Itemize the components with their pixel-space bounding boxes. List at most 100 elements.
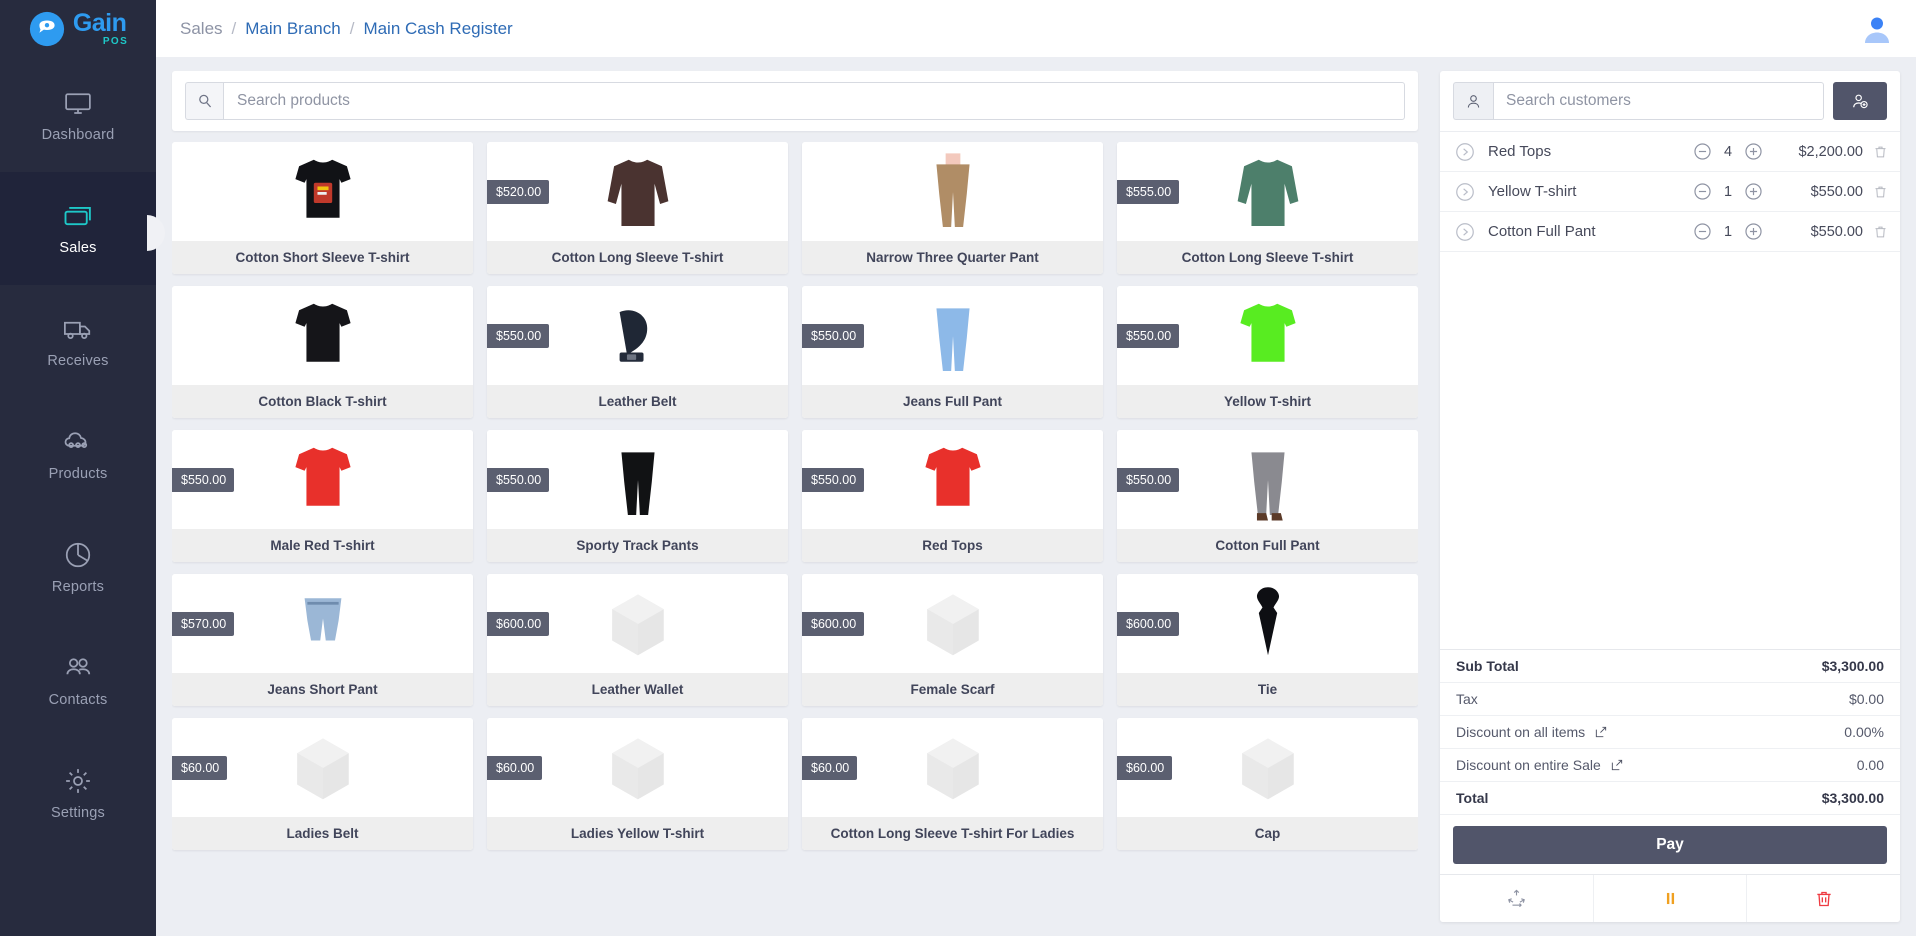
sidebar-item-sales[interactable]: Sales <box>0 172 156 285</box>
refund-recycle-button[interactable] <box>1440 875 1594 922</box>
add-customer-button[interactable] <box>1833 82 1887 120</box>
breadcrumb-item-sales[interactable]: Sales <box>180 19 223 39</box>
cart-card: Red Tops 4 $2,200.00 Yellow T-shirt 1 $550.00… <box>1440 71 1900 922</box>
product-price-badge: $600.00 <box>487 611 550 636</box>
product-card[interactable]: $600.00 Tie <box>1117 574 1418 706</box>
brand-logo-block[interactable]: Gain POS <box>0 0 156 57</box>
decrease-quantity-button[interactable] <box>1693 222 1712 241</box>
product-name: Ladies Belt <box>172 817 473 850</box>
product-image-area <box>802 142 1103 241</box>
delete-cart-button[interactable] <box>1747 875 1900 922</box>
product-card[interactable]: $60.00 Cap <box>1117 718 1418 850</box>
total-label-wrap: Total <box>1456 790 1488 806</box>
product-card[interactable]: $60.00 Ladies Belt <box>172 718 473 850</box>
product-image-area: $60.00 <box>802 718 1103 817</box>
customer-search-input[interactable] <box>1493 82 1824 120</box>
product-price-badge: $60.00 <box>1117 755 1173 780</box>
black-graphic-tshirt-image <box>294 159 351 218</box>
cart-item-row[interactable]: Red Tops 4 $2,200.00 <box>1440 132 1900 172</box>
quantity-stepper: 1 <box>1693 222 1763 241</box>
product-card[interactable]: Narrow Three Quarter Pant <box>802 142 1103 274</box>
edit-icon[interactable] <box>1610 758 1624 772</box>
product-card[interactable]: Cotton Short Sleeve T-shirt <box>172 142 473 274</box>
black-leggings-image <box>620 451 655 515</box>
search-input[interactable] <box>223 82 1405 120</box>
increase-quantity-button[interactable] <box>1744 182 1763 201</box>
breadcrumb-separator: / <box>231 18 237 38</box>
sidebar-item-settings[interactable]: Settings <box>0 737 156 850</box>
sidebar-item-receives[interactable]: Receives <box>0 285 156 398</box>
cart-item-price: $2,200.00 <box>1798 143 1863 160</box>
product-price-badge: $600.00 <box>802 611 865 636</box>
breadcrumb-item-main-cash-register[interactable]: Main Cash Register <box>363 19 512 39</box>
product-card[interactable]: $60.00 Cotton Long Sleeve T-shirt For Lad… <box>802 718 1103 850</box>
total-row: Discount on all items 0.00% <box>1440 716 1900 749</box>
total-row: Tax $0.00 <box>1440 683 1900 716</box>
placeholder-box-image <box>611 594 664 655</box>
remove-item-icon[interactable] <box>1873 184 1888 200</box>
total-label: Total <box>1456 790 1489 806</box>
product-card[interactable]: $555.00 Cotton Long Sleeve T-shirt <box>1117 142 1418 274</box>
pay-button[interactable]: Pay <box>1453 826 1887 864</box>
product-card[interactable]: $600.00 Female Scarf <box>802 574 1103 706</box>
product-card[interactable]: $550.00 Yellow T-shirt <box>1117 286 1418 418</box>
product-name: Red Tops <box>802 529 1103 562</box>
card-swipe-icon <box>64 206 91 226</box>
remove-item-icon[interactable] <box>1873 144 1888 160</box>
sidebar-item-dashboard[interactable]: Dashboard <box>0 59 156 172</box>
product-card[interactable]: Cotton Black T-shirt <box>172 286 473 418</box>
brand-name: Gain <box>72 8 127 37</box>
product-card[interactable]: $60.00 Ladies Yellow T-shirt <box>487 718 788 850</box>
pause-hold-button[interactable] <box>1593 875 1748 922</box>
product-grid: Cotton Short Sleeve T-shirt $520.00 Cotton… <box>172 142 1418 850</box>
increase-quantity-button[interactable] <box>1744 222 1763 241</box>
cart-item-row[interactable]: Yellow T-shirt 1 $550.00 <box>1440 172 1900 212</box>
edit-icon[interactable] <box>1594 725 1608 739</box>
product-image-area: $570.00 <box>172 574 473 673</box>
product-card[interactable]: $600.00 Leather Wallet <box>487 574 788 706</box>
product-card[interactable]: $550.00 Cotton Full Pant <box>1117 430 1418 562</box>
product-price-badge: $600.00 <box>1117 611 1180 636</box>
total-value: $0.00 <box>1848 691 1884 707</box>
product-price-badge: $550.00 <box>172 467 235 492</box>
product-price-badge: $550.00 <box>1117 323 1180 348</box>
product-card[interactable]: $550.00 Leather Belt <box>487 286 788 418</box>
expand-chevron-icon[interactable] <box>1454 181 1476 203</box>
sidebar-nav: Dashboard Sales Receives Products Report… <box>0 57 156 936</box>
product-name: Cotton Short Sleeve T-shirt <box>172 241 473 274</box>
expand-chevron-icon[interactable] <box>1454 141 1476 163</box>
remove-item-icon[interactable] <box>1873 224 1888 240</box>
breadcrumb: Sales / Main Branch / Main Cash Register <box>180 19 513 39</box>
sidebar-item-contacts[interactable]: Contacts <box>0 624 156 737</box>
product-card[interactable]: $550.00 Male Red T-shirt <box>172 430 473 562</box>
product-card[interactable]: $520.00 Cotton Long Sleeve T-shirt <box>487 142 788 274</box>
product-card[interactable]: $550.00 Jeans Full Pant <box>802 286 1103 418</box>
monitor-icon <box>65 93 91 114</box>
product-image-area: $60.00 <box>1117 718 1418 817</box>
expand-chevron-icon[interactable] <box>1454 221 1476 243</box>
cart-panel: Red Tops 4 $2,200.00 Yellow T-shirt 1 $550.00… <box>1430 57 1916 936</box>
product-image-area <box>172 286 473 385</box>
cart-item-row[interactable]: Cotton Full Pant 1 $550.00 <box>1440 212 1900 252</box>
product-grid-scroll[interactable]: Cotton Short Sleeve T-shirt $520.00 Cotton… <box>172 142 1418 936</box>
user-avatar-icon[interactable] <box>1860 12 1894 46</box>
product-price-badge: $550.00 <box>487 323 550 348</box>
product-image-area: $555.00 <box>1117 142 1418 241</box>
decrease-quantity-button[interactable] <box>1693 182 1712 201</box>
product-card[interactable]: $550.00 Sporty Track Pants <box>487 430 788 562</box>
product-card[interactable]: $570.00 Jeans Short Pant <box>172 574 473 706</box>
increase-quantity-button[interactable] <box>1744 142 1763 161</box>
product-name: Narrow Three Quarter Pant <box>802 241 1103 274</box>
gain-chat-logo-icon <box>29 11 64 46</box>
product-name: Cap <box>1117 817 1418 850</box>
gear-icon <box>66 769 90 793</box>
neon-green-tshirt-image <box>1239 303 1296 362</box>
cart-item-quantity: 1 <box>1723 223 1733 240</box>
product-price-badge: $60.00 <box>172 755 228 780</box>
cart-item-quantity: 4 <box>1723 143 1733 160</box>
breadcrumb-item-main-branch[interactable]: Main Branch <box>245 19 340 39</box>
sidebar-item-products[interactable]: Products <box>0 398 156 511</box>
sidebar-item-reports[interactable]: Reports <box>0 511 156 624</box>
product-card[interactable]: $550.00 Red Tops <box>802 430 1103 562</box>
decrease-quantity-button[interactable] <box>1693 142 1712 161</box>
